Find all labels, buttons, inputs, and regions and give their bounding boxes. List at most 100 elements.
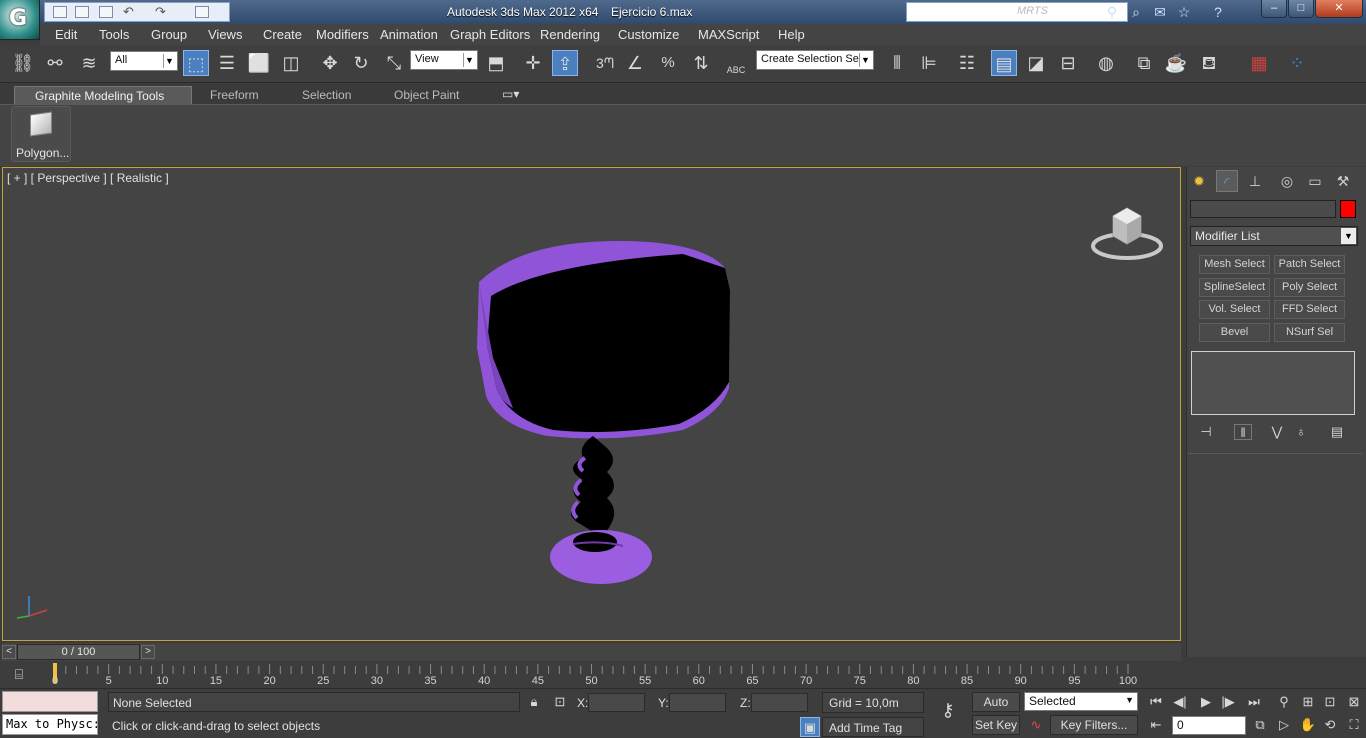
maximize-button[interactable]: □	[1288, 0, 1314, 18]
named-selection-sets-dropdown[interactable]: Create Selection Se ▼	[756, 50, 874, 70]
nsurf-sel-button[interactable]: NSurf Sel	[1274, 323, 1345, 342]
help-icon[interactable]: ?	[1210, 4, 1226, 20]
add-time-tag-button[interactable]: Add Time Tag	[822, 717, 924, 737]
render-setup-icon[interactable]: ⧉	[1131, 50, 1157, 76]
next-frame-icon[interactable]: |▶	[1218, 692, 1238, 712]
modify-panel-icon[interactable]: ◜	[1216, 170, 1238, 192]
select-object-icon[interactable]: ⬚	[183, 50, 209, 76]
close-button[interactable]: ✕	[1315, 0, 1363, 18]
layer-manager-icon[interactable]: ☷	[954, 50, 980, 76]
perspective-viewport[interactable]: [ + ] [ Perspective ] [ Realistic ]	[2, 167, 1181, 641]
ribbon-options-icon[interactable]: ▭▾	[502, 87, 519, 101]
communication-center-icon[interactable]: ✉	[1152, 4, 1168, 20]
maximize-viewport-icon[interactable]: ⛶	[1344, 715, 1364, 735]
utilities-panel-icon[interactable]: ⚒	[1332, 170, 1354, 192]
select-and-manipulate-icon[interactable]: ✛	[520, 50, 546, 76]
favorites-star-icon[interactable]: ☆	[1176, 4, 1192, 20]
zoom-icon[interactable]: ⚲	[1274, 692, 1294, 712]
viewcube[interactable]	[1091, 202, 1163, 260]
select-and-rotate-icon[interactable]: ↻	[348, 50, 374, 76]
undo-icon[interactable]: ↶	[123, 5, 137, 18]
polygon-modeling-button[interactable]: Polygon...	[11, 106, 71, 162]
menu-animation[interactable]: Animation	[380, 27, 438, 42]
save-icon[interactable]	[99, 6, 113, 18]
pan-view-icon[interactable]: ✋	[1298, 715, 1318, 735]
absolute-mode-icon[interactable]: ⊡	[550, 692, 570, 712]
menu-graph-editors[interactable]: Graph Editors	[450, 27, 530, 42]
motion-panel-icon[interactable]: ◎	[1276, 170, 1298, 192]
spinner-snap-icon[interactable]: ⇅	[688, 50, 714, 76]
curve-editor-mini-icon[interactable]: ⌸	[8, 666, 30, 684]
key-search-icon[interactable]: ⌕	[1128, 4, 1144, 20]
menu-modifiers[interactable]: Modifiers	[316, 27, 369, 42]
mirror-icon[interactable]: ⫴	[884, 50, 910, 76]
tab-selection[interactable]: Selection	[302, 88, 351, 102]
time-slider-thumb[interactable]: 0 / 100	[17, 644, 140, 660]
go-to-end-icon[interactable]: ⏭	[1244, 692, 1264, 712]
orbit-icon[interactable]: ⟲	[1320, 715, 1340, 735]
menu-maxscript[interactable]: MAXScript	[698, 27, 759, 42]
pin-stack-icon[interactable]: ⊣	[1197, 424, 1215, 440]
schematic-view-icon[interactable]: ⊟	[1055, 50, 1081, 76]
select-and-scale-icon[interactable]: ⤡	[381, 50, 407, 76]
zoom-extents-all-icon[interactable]: ⊠	[1344, 692, 1364, 712]
show-end-result-icon[interactable]: ‖	[1234, 424, 1252, 440]
menu-help[interactable]: Help	[778, 27, 805, 42]
select-and-move-icon[interactable]: ✥	[317, 50, 343, 76]
previous-frame-icon[interactable]: ◀|	[1170, 692, 1190, 712]
new-file-icon[interactable]	[53, 6, 67, 18]
snaps-toggle-icon[interactable]: 3ᘉ	[592, 50, 618, 76]
x-coordinate-field[interactable]	[588, 693, 645, 712]
percent-snap-icon[interactable]: %	[655, 50, 681, 76]
set-key-icon[interactable]: ⚷	[934, 700, 962, 720]
lock-selection-icon[interactable]: 🔒︎	[524, 692, 544, 712]
zoom-extents-icon[interactable]: ⊡	[1320, 692, 1340, 712]
key-mode-dropdown[interactable]: Selected ▼	[1024, 692, 1138, 711]
unlink-selection-icon[interactable]: ⚯	[42, 50, 68, 76]
menu-customize[interactable]: Customize	[618, 27, 679, 42]
remove-modifier-icon[interactable]: ♁	[1292, 424, 1310, 440]
default-tangent-icon[interactable]: ∿	[1026, 715, 1046, 735]
tab-freeform[interactable]: Freeform	[210, 88, 259, 102]
time-configuration-icon[interactable]: ⧉	[1250, 715, 1270, 735]
window-crossing-icon[interactable]: ◫	[278, 50, 304, 76]
modifier-stack[interactable]	[1191, 351, 1355, 415]
redo-icon[interactable]: ↷	[155, 5, 169, 18]
time-tag-icon[interactable]: ▣	[800, 717, 820, 737]
patch-select-button[interactable]: Patch Select	[1274, 255, 1345, 274]
pivot-center-icon[interactable]: ⬒	[483, 50, 509, 76]
selection-filter-dropdown[interactable]: All ▼	[110, 51, 178, 71]
rendered-frame-window-icon[interactable]: ☕	[1163, 50, 1189, 76]
project-folder-icon[interactable]	[195, 6, 209, 18]
menu-group[interactable]: Group	[151, 27, 187, 42]
reference-coordinate-dropdown[interactable]: View ▼	[410, 50, 478, 70]
minimize-button[interactable]: –	[1261, 0, 1287, 18]
menu-views[interactable]: Views	[208, 27, 242, 42]
tab-object-paint[interactable]: Object Paint	[394, 88, 459, 102]
rectangular-selection-icon[interactable]: ⬜	[246, 50, 272, 76]
binoculars-icon[interactable]: ⚲	[1104, 4, 1120, 20]
curve-editor-icon[interactable]: ◪	[1023, 50, 1049, 76]
maxscript-listener-input[interactable]	[2, 691, 98, 712]
menu-rendering[interactable]: Rendering	[540, 27, 600, 42]
select-and-link-icon[interactable]: ⛓	[10, 50, 36, 76]
application-menu-button[interactable]: G	[0, 0, 40, 40]
make-unique-icon[interactable]: ⋁	[1268, 424, 1286, 440]
hierarchy-panel-icon[interactable]: ⊥	[1244, 170, 1266, 192]
mesh-select-button[interactable]: Mesh Select	[1199, 255, 1270, 274]
menu-edit[interactable]: Edit	[55, 27, 77, 42]
object-name-field[interactable]	[1190, 200, 1336, 218]
maxscript-output[interactable]: Max to Physc:	[2, 714, 98, 735]
go-to-start-icon[interactable]: ⏮	[1146, 692, 1166, 712]
vol-select-button[interactable]: Vol. Select	[1199, 300, 1270, 319]
time-slider-next-button[interactable]: >	[141, 645, 155, 659]
object-color-swatch[interactable]	[1340, 200, 1356, 218]
modifier-list-dropdown[interactable]: Modifier List ▼	[1190, 226, 1358, 246]
configure-modifier-sets-icon[interactable]: ▤	[1328, 424, 1346, 440]
key-mode-toggle-icon[interactable]: ⇤	[1146, 715, 1166, 735]
menu-tools[interactable]: Tools	[99, 27, 129, 42]
time-slider[interactable]	[2, 643, 1181, 661]
brick-wall-icon[interactable]: ▦	[1246, 50, 1272, 76]
set-key-button[interactable]: Set Key	[972, 715, 1020, 735]
create-panel-icon[interactable]: ✹	[1188, 170, 1210, 192]
